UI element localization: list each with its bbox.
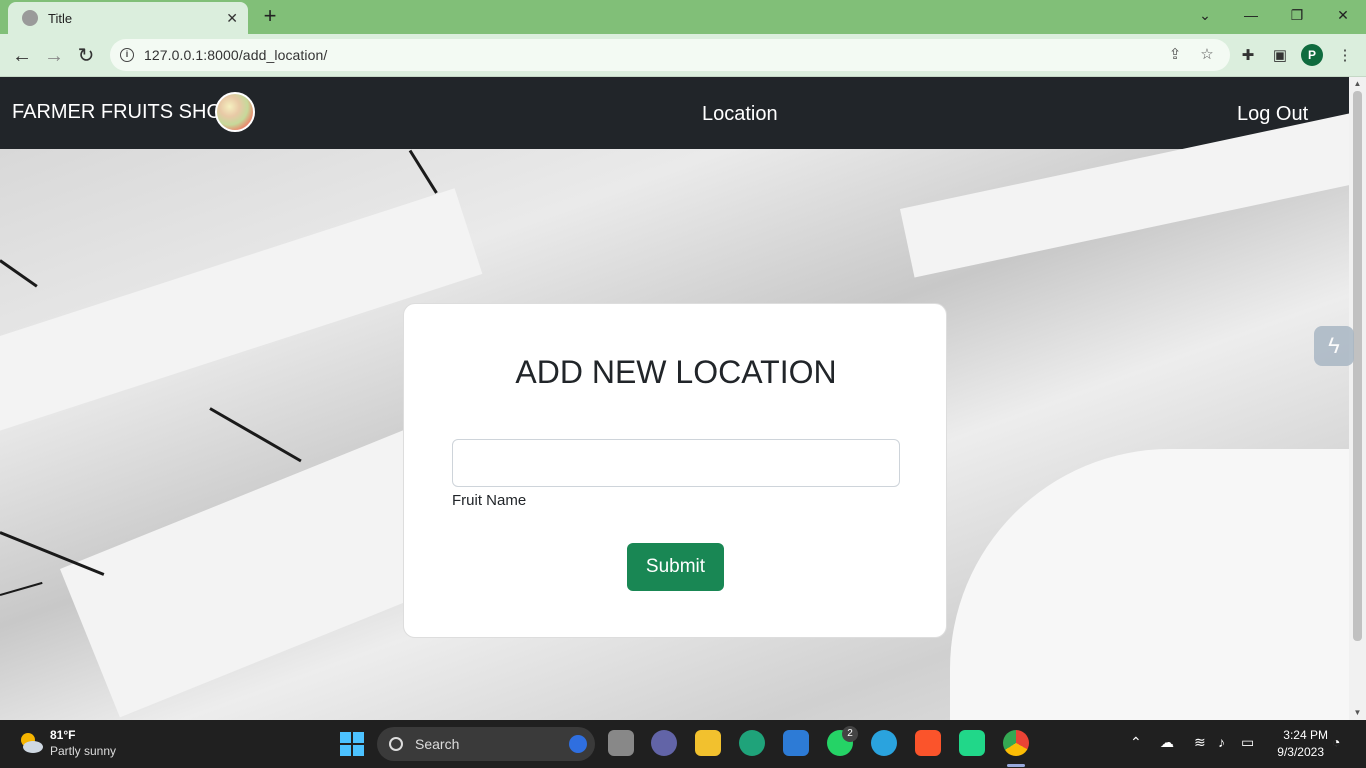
ceiling-rod (0, 581, 43, 596)
sidepanel-icon[interactable]: ▣ (1270, 46, 1290, 66)
shop-logo (215, 92, 255, 132)
battery-icon[interactable]: ▭ (1241, 734, 1254, 751)
tab-search-icon[interactable]: ⌄ (1182, 0, 1228, 30)
nav-location-link[interactable]: Location (702, 103, 778, 126)
whatsapp-badge: 2 (842, 726, 858, 742)
edge-icon[interactable] (739, 730, 765, 756)
teams-chat-icon[interactable] (651, 730, 677, 756)
scrollbar[interactable]: ▲ ▼ (1349, 77, 1366, 720)
brand-name[interactable]: FARMER FRUITS SHOP (12, 101, 235, 124)
ceiling-rod (209, 407, 302, 463)
add-location-card: ADD NEW LOCATION Fruit Name Submit (403, 303, 947, 638)
info-icon[interactable]: i (120, 48, 134, 62)
weather-description[interactable]: Partly sunny (50, 744, 116, 758)
active-app-indicator (1007, 764, 1025, 767)
taskbar-search[interactable]: Search (377, 727, 595, 761)
fruit-name-input[interactable] (452, 439, 900, 487)
scroll-up-icon[interactable]: ▲ (1349, 77, 1366, 91)
store-icon[interactable] (783, 730, 809, 756)
telegram-icon[interactable] (871, 730, 897, 756)
url-text: 127.0.0.1:8000/add_location/ (144, 47, 328, 63)
browser-tab[interactable]: Title ✕ (8, 2, 248, 34)
fruit-name-label: Fruit Name (452, 492, 527, 509)
arch-beam (950, 449, 1349, 720)
search-icon (389, 737, 403, 751)
pycharm-icon[interactable] (959, 730, 985, 756)
share-icon[interactable]: ⇪ (1166, 46, 1184, 64)
ceiling-rod (0, 259, 38, 288)
windows-start-icon[interactable] (340, 732, 364, 756)
chevron-up-icon[interactable]: ⌃ (1130, 734, 1142, 751)
star-icon[interactable]: ☆ (1198, 46, 1216, 64)
task-view-icon[interactable] (608, 730, 634, 756)
globe-icon (22, 10, 38, 26)
weather-icon[interactable] (18, 730, 44, 756)
close-window-button[interactable]: ✕ (1320, 0, 1366, 30)
back-icon[interactable]: ← (9, 43, 35, 69)
wifi-icon[interactable]: ≋ (1194, 734, 1206, 751)
new-tab-button[interactable]: + (258, 4, 282, 28)
restore-button[interactable]: ❐ (1274, 0, 1320, 30)
onedrive-icon[interactable]: ☁ (1160, 734, 1174, 751)
tab-close-icon[interactable]: ✕ (226, 10, 238, 27)
avatar[interactable]: P (1301, 44, 1323, 66)
submit-button[interactable]: Submit (627, 543, 724, 591)
ceiling-rod (408, 149, 438, 194)
address-bar[interactable]: i 127.0.0.1:8000/add_location/ ⇪ ☆ (110, 39, 1230, 71)
scrollbar-thumb[interactable] (1353, 91, 1362, 641)
scroll-down-icon[interactable]: ▼ (1349, 706, 1366, 720)
tab-strip: Title ✕ + ⌄ — ❐ ✕ (0, 0, 1366, 34)
forward-icon[interactable]: → (41, 43, 67, 69)
bing-icon[interactable] (569, 735, 587, 753)
reload-icon[interactable]: ↻ (73, 43, 99, 69)
tab-title: Title (48, 10, 73, 26)
clock-date[interactable]: 9/3/2023 (1270, 745, 1324, 759)
windows-taskbar: 81°F Partly sunny Search 2 ⌃ ☁ ≋ ♪ ▭ 3:2… (0, 720, 1366, 768)
search-label: Search (415, 736, 460, 752)
chrome-icon[interactable] (1003, 730, 1029, 756)
extensions-icon[interactable]: ✚ (1238, 46, 1258, 66)
site-navbar: FARMER FRUITS SHOP Location Log Out (0, 77, 1349, 149)
lightning-widget-icon[interactable]: ϟ (1314, 326, 1354, 366)
browser-toolbar: ← → ↻ i 127.0.0.1:8000/add_location/ ⇪ ☆… (0, 34, 1366, 77)
notification-icon[interactable]: ◔ (1332, 734, 1340, 750)
clock-time[interactable]: 3:24 PM (1270, 728, 1328, 742)
brave-icon[interactable] (915, 730, 941, 756)
page-viewport: FARMER FRUITS SHOP Location Log Out ADD … (0, 77, 1349, 720)
minimize-button[interactable]: — (1228, 0, 1274, 30)
menu-icon[interactable]: ⋮ (1335, 46, 1355, 66)
volume-icon[interactable]: ♪ (1218, 734, 1225, 750)
nav-logout-link[interactable]: Log Out (1237, 103, 1308, 126)
file-explorer-icon[interactable] (695, 730, 721, 756)
weather-temperature[interactable]: 81°F (50, 728, 75, 742)
ceiling-rod (0, 531, 105, 576)
page-title: ADD NEW LOCATION (515, 354, 837, 390)
